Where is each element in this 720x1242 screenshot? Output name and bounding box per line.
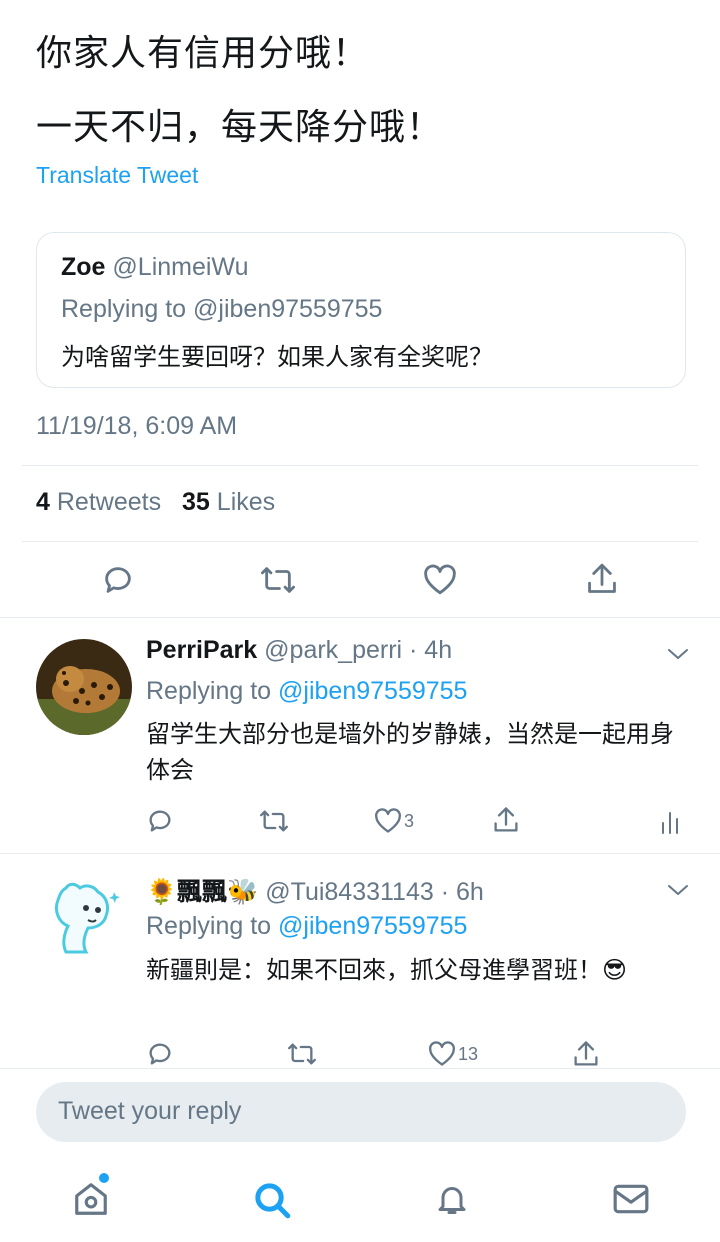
home-icon (75, 1183, 107, 1215)
like-icon (375, 808, 401, 833)
reply-tweet[interactable]: 🌻飄飄🐝 @Tui84331143 · 6h Replying to @jibe… (0, 854, 720, 1068)
search-icon (255, 1183, 291, 1219)
reply-tweet[interactable]: PerriPark @park_perri · 4h Replying to @… (0, 618, 720, 853)
quoted-tweet[interactable]: Zoe @LinmeiWu Replying to @jiben97559755… (36, 232, 686, 388)
reply-icon (105, 567, 131, 593)
replying-to-mention[interactable]: @jiben97559755 (278, 912, 467, 940)
reply-author-handle: @park_perri · 4h (264, 636, 453, 664)
like-button[interactable] (420, 562, 460, 598)
reply-header: 🌻飄飄🐝 @Tui84331143 · 6h (146, 872, 484, 908)
replying-to-prefix: Replying to (146, 677, 279, 705)
leopard-avatar-image (36, 639, 132, 735)
like-count: 3 (404, 810, 415, 831)
reply-icon (149, 810, 171, 832)
tweet-menu-button[interactable] (664, 878, 692, 902)
retweets-count[interactable]: 4 (36, 488, 50, 516)
composer-placeholder: Tweet your reply (58, 1097, 242, 1125)
divider (22, 465, 698, 466)
reply-button[interactable] (144, 1040, 176, 1068)
like-button[interactable]: 13 (428, 1040, 492, 1068)
replying-to-mention[interactable]: @jiben97559755 (278, 677, 467, 705)
quoted-text: 为啥留学生要回呀？如果人家有全奖呢？ (61, 343, 493, 371)
reply-text: 留学生大部分也是墙外的岁静婊，当然是一起用身体会 (146, 720, 674, 784)
tweet-menu-button[interactable] (664, 642, 692, 666)
replying-to: Replying to @jiben97559755 (146, 912, 467, 941)
like-icon (429, 1041, 455, 1066)
reply-composer[interactable]: Tweet your reply (36, 1082, 686, 1142)
tab-bar (0, 1160, 720, 1242)
tab-notifications[interactable] (432, 1178, 472, 1220)
reply-button[interactable] (144, 806, 176, 836)
retweet-icon (259, 810, 288, 832)
avatar[interactable] (36, 639, 132, 735)
messages-icon (613, 1184, 649, 1214)
share-button[interactable] (490, 804, 522, 836)
reply-author-name[interactable]: PerriPark (146, 636, 257, 664)
tweet-text-line: 你家人有信用分哦！ (36, 33, 370, 74)
notifications-icon (438, 1187, 466, 1214)
tab-home[interactable] (70, 1178, 112, 1220)
like-count: 13 (458, 1043, 479, 1064)
new-activity-indicator (99, 1173, 109, 1183)
tweet-timestamp: 11/19/18, 6:09 AM (36, 412, 238, 440)
tweet-stats: 4 Retweets 35 Likes (36, 488, 289, 517)
share-button[interactable] (582, 560, 622, 598)
analytics-icon (662, 812, 678, 834)
tab-messages[interactable] (610, 1180, 652, 1218)
share-icon (494, 807, 518, 832)
quoted-author: Zoe @LinmeiWu (61, 253, 248, 282)
share-icon (574, 1041, 598, 1066)
share-button[interactable] (570, 1040, 602, 1068)
tweet-text-line: 一天不归，每天降分哦！ (36, 107, 444, 148)
divider (22, 541, 698, 542)
mascot-avatar-image (36, 870, 132, 966)
retweets-label[interactable]: Retweets (57, 488, 161, 516)
quoted-replying-to: Replying to @jiben97559755 (61, 295, 383, 323)
like-icon (424, 564, 456, 595)
retweet-button[interactable] (284, 1040, 320, 1068)
retweet-button[interactable] (256, 806, 292, 836)
reply-header: PerriPark @park_perri · 4h (146, 636, 452, 665)
reply-text: 新疆則是：如果不回來，抓父母進學習班！😎 (146, 956, 628, 984)
reply-author-handle: @Tui84331143 · 6h (265, 878, 484, 906)
reply-button[interactable] (98, 562, 138, 598)
likes-count[interactable]: 35 (182, 488, 210, 516)
translate-tweet-link[interactable]: Translate Tweet (36, 162, 198, 189)
retweet-icon (287, 1043, 316, 1065)
share-icon (588, 563, 616, 593)
retweet-icon (260, 567, 295, 593)
reply-icon (149, 1043, 171, 1065)
avatar[interactable] (36, 870, 132, 966)
quoted-handle: @LinmeiWu (112, 253, 249, 281)
likes-label[interactable]: Likes (217, 488, 275, 516)
quoted-name: Zoe (61, 253, 106, 281)
replying-to-prefix: Replying to (146, 912, 279, 940)
retweet-button[interactable] (256, 562, 300, 598)
chevron-down-icon (668, 885, 688, 895)
tab-search[interactable] (250, 1178, 294, 1222)
like-button[interactable]: 3 (374, 806, 430, 836)
chevron-down-icon (668, 649, 688, 659)
replying-to: Replying to @jiben97559755 (146, 677, 467, 706)
analytics-button[interactable] (656, 808, 684, 836)
reply-author-name[interactable]: 🌻飄飄🐝 (146, 878, 258, 906)
